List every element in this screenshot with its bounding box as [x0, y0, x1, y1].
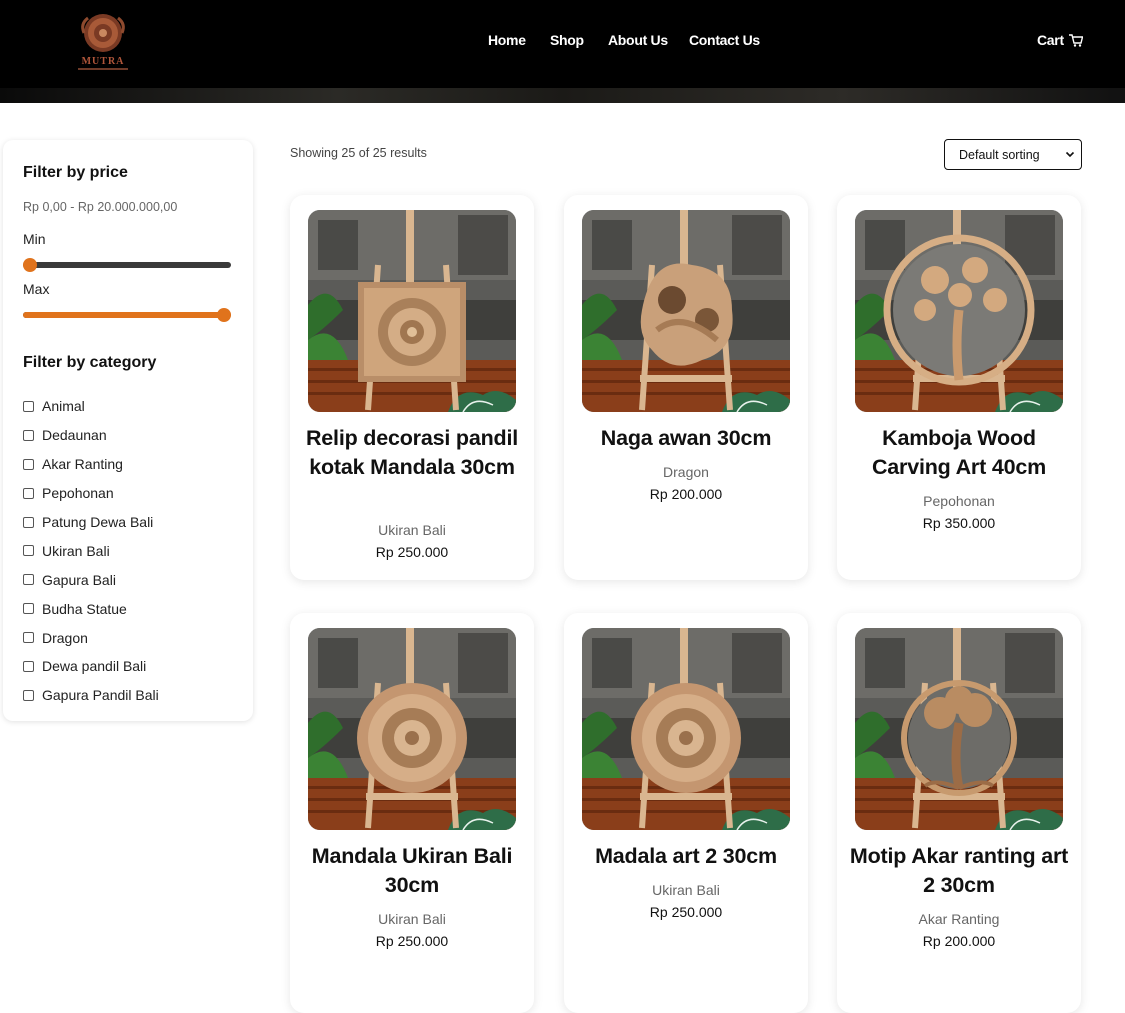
category-label: Akar Ranting — [42, 456, 123, 473]
product-title[interactable]: Relip decorasi pandil kotak Mandala 30cm — [300, 424, 524, 482]
category-checkbox[interactable] — [23, 660, 34, 672]
category-item[interactable]: Animal — [23, 392, 159, 421]
round-mandala-carving-image — [582, 628, 790, 830]
product-price: Rp 250.000 — [375, 544, 449, 560]
category-filter-heading: Filter by category — [23, 354, 157, 371]
product-card[interactable]: Naga awan 30cm Dragon Rp 200.000 — [564, 195, 808, 580]
chevron-down-icon — [1065, 151, 1075, 158]
price-range-text: Rp 0,00 - Rp 20.000.000,00 — [23, 200, 178, 214]
result-count: Showing 25 of 25 results — [290, 146, 427, 160]
product-price: Rp 200.000 — [649, 486, 723, 502]
category-item[interactable]: Dragon — [23, 623, 159, 652]
logo-text: MUTRA — [81, 56, 125, 67]
product-title[interactable]: Motip Akar ranting art 2 30cm — [847, 842, 1071, 900]
category-checkbox[interactable] — [23, 545, 34, 557]
product-price: Rp 200.000 — [922, 933, 996, 949]
category-item[interactable]: Gapura Pandil Bali — [23, 681, 159, 710]
price-filter-heading: Filter by price — [23, 164, 128, 181]
flower-tree-carving-image — [855, 210, 1063, 412]
category-label: Patung Dewa Bali — [42, 514, 154, 530]
logo-tagline-line — [78, 68, 128, 70]
category-label: Pepohonan — [42, 485, 114, 502]
product-image[interactable] — [855, 628, 1063, 830]
cart-icon — [1068, 33, 1083, 47]
product-category: Ukiran Bali — [378, 911, 446, 927]
site-logo[interactable]: MUTRA — [76, 10, 130, 74]
category-item[interactable]: Pepohonan — [23, 479, 159, 508]
tree-of-life-carving-image — [855, 628, 1063, 830]
site-header: MUTRA Home Shop About Us Contact Us Cart — [0, 0, 1125, 103]
product-image[interactable] — [855, 210, 1063, 412]
product-category: Ukiran Bali — [378, 522, 446, 538]
product-price: Rp 350.000 — [922, 515, 996, 531]
category-checkbox[interactable] — [23, 400, 34, 412]
square-mandala-carving-image — [308, 210, 516, 412]
header-banner-strip — [0, 88, 1125, 103]
max-slider-handle[interactable] — [217, 308, 231, 322]
category-label: Budha Statue — [42, 600, 127, 617]
category-item[interactable]: Akar Ranting — [23, 450, 159, 479]
category-label: Gapura Bali — [42, 571, 116, 588]
category-checkbox[interactable] — [23, 458, 34, 470]
category-checkbox[interactable] — [23, 574, 34, 586]
nav-shop[interactable]: Shop — [550, 32, 584, 48]
product-category: Pepohonan — [923, 493, 995, 509]
category-checkbox[interactable] — [23, 487, 34, 499]
category-label: Dedaunan — [42, 427, 107, 444]
product-image[interactable] — [308, 210, 516, 412]
min-label: Min — [23, 231, 46, 247]
product-image[interactable] — [308, 628, 516, 830]
product-card[interactable]: Kamboja Wood Carving Art 40cm Pepohonan Rp… — [837, 195, 1081, 580]
sort-selected-value: Default sorting — [959, 147, 1040, 162]
category-item[interactable]: Patung Dewa Bali — [23, 508, 159, 537]
category-item[interactable]: Dewa pandil Bali — [23, 652, 159, 681]
round-mandala-carving-image — [308, 628, 516, 830]
nav-contact-us[interactable]: Contact Us — [689, 32, 760, 48]
category-item[interactable]: Budha Statue — [23, 594, 159, 623]
product-price: Rp 250.000 — [375, 933, 449, 949]
nav-home[interactable]: Home — [488, 32, 526, 48]
max-price-slider[interactable] — [23, 308, 231, 322]
product-card[interactable]: Relip decorasi pandil kotak Mandala 30cm… — [290, 195, 534, 580]
nav-about-us[interactable]: About Us — [608, 32, 668, 48]
category-item[interactable]: Gapura Bali — [23, 565, 159, 594]
category-checkbox[interactable] — [23, 516, 34, 528]
category-item[interactable]: Ukiran Bali — [23, 536, 159, 565]
product-image[interactable] — [582, 210, 790, 412]
max-label: Max — [23, 281, 50, 297]
product-title[interactable]: Mandala Ukiran Bali 30cm — [300, 842, 524, 900]
category-label: Gapura Pandil Bali — [42, 687, 159, 704]
category-label: Dewa pandil Bali — [42, 658, 147, 675]
product-image[interactable] — [582, 628, 790, 830]
product-category: Ukiran Bali — [652, 882, 720, 898]
product-price: Rp 250.000 — [649, 904, 723, 920]
min-slider-handle[interactable] — [23, 258, 37, 272]
category-checkbox[interactable] — [23, 632, 34, 644]
filter-sidebar: Filter by price Rp 0,00 - Rp 20.000.000,… — [3, 140, 253, 721]
dragon-carving-image — [582, 210, 790, 412]
cart-link[interactable]: Cart — [1037, 32, 1083, 48]
product-title[interactable]: Madala art 2 30cm — [574, 842, 798, 871]
cart-label: Cart — [1037, 32, 1064, 48]
product-title[interactable]: Naga awan 30cm — [574, 424, 798, 453]
product-category: Dragon — [663, 464, 709, 480]
product-title[interactable]: Kamboja Wood Carving Art 40cm — [847, 424, 1071, 482]
product-card[interactable]: Mandala Ukiran Bali 30cm Ukiran Bali Rp 25… — [290, 613, 534, 1013]
product-card[interactable]: Motip Akar ranting art 2 30cm Akar Rantin… — [837, 613, 1081, 1013]
category-checkbox[interactable] — [23, 689, 34, 701]
category-label: Ukiran Bali — [42, 542, 110, 559]
min-price-slider[interactable] — [23, 258, 231, 272]
product-category: Akar Ranting — [918, 911, 1000, 927]
sort-select[interactable]: Default sorting — [944, 139, 1082, 170]
category-checkbox[interactable] — [23, 603, 34, 615]
category-label: Animal — [42, 398, 85, 415]
category-item[interactable]: Dedaunan — [23, 421, 159, 450]
category-label: Dragon — [42, 629, 88, 646]
category-list: Animal Dedaunan Akar Ranting Pepohonan Patun… — [23, 392, 159, 710]
category-checkbox[interactable] — [23, 429, 34, 441]
logo-emblem-icon — [81, 14, 125, 52]
product-card[interactable]: Madala art 2 30cm Ukiran Bali Rp 250.000 — [564, 613, 808, 1013]
